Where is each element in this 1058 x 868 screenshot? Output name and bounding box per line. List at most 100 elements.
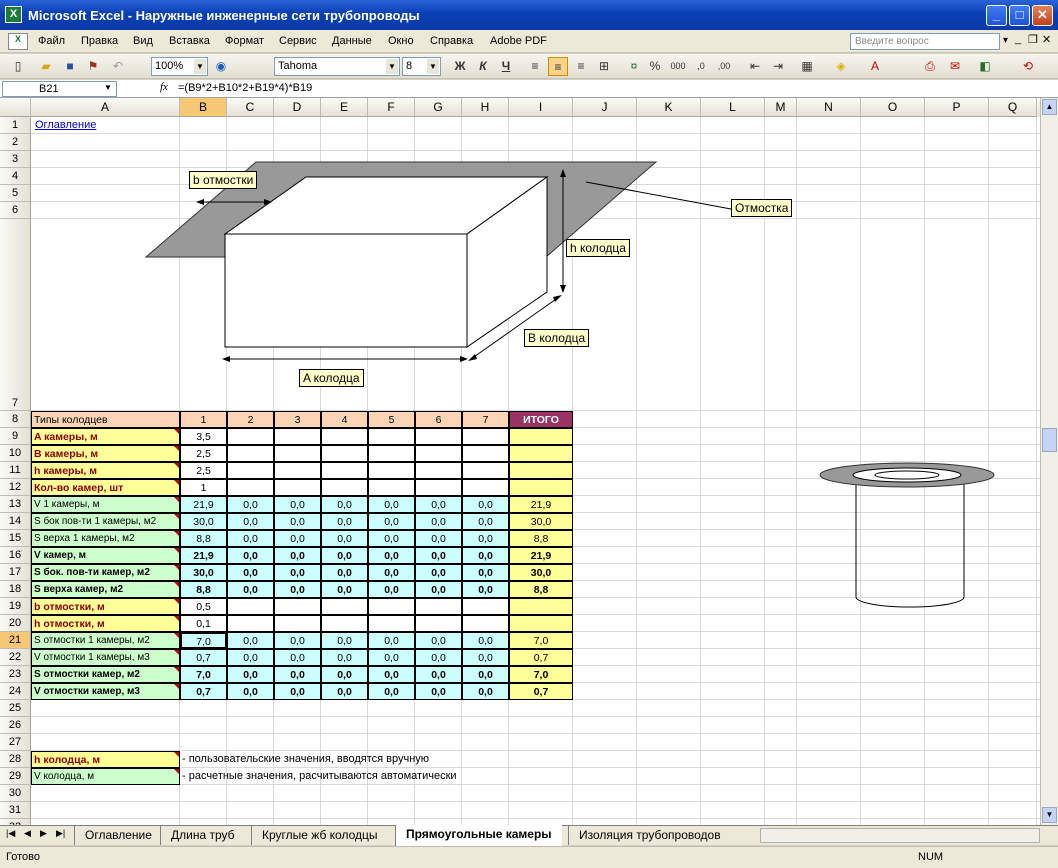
calc-value-cell[interactable]: 21,9 bbox=[180, 496, 227, 513]
calc-value-cell[interactable]: 0,0 bbox=[368, 581, 415, 598]
row-header[interactable]: 18 bbox=[0, 581, 31, 598]
column-header[interactable]: K bbox=[637, 98, 701, 117]
type-number-header[interactable]: 3 bbox=[274, 411, 321, 428]
calc-value-cell[interactable]: 0,0 bbox=[227, 564, 274, 581]
total-cell[interactable] bbox=[509, 479, 573, 496]
input-value-cell[interactable] bbox=[321, 462, 368, 479]
calc-label[interactable]: V камер, м bbox=[31, 547, 180, 564]
tab-round-wells[interactable]: Круглые жб колодцы bbox=[251, 826, 388, 845]
first-sheet-icon[interactable]: |◀ bbox=[6, 828, 15, 839]
input-value-cell[interactable] bbox=[415, 462, 462, 479]
total-cell[interactable] bbox=[509, 445, 573, 462]
permission-icon[interactable]: ⚑ bbox=[83, 57, 103, 76]
calc-value-cell[interactable]: 0,0 bbox=[274, 564, 321, 581]
calc-value-cell[interactable]: 0,0 bbox=[227, 547, 274, 564]
calc-value-cell[interactable]: 0,0 bbox=[415, 530, 462, 547]
menu-insert[interactable]: Вставка bbox=[169, 35, 210, 47]
calc-value-cell[interactable]: 0,0 bbox=[227, 683, 274, 700]
row-header[interactable]: 7 bbox=[0, 219, 31, 411]
merge-center-icon[interactable]: ⊞ bbox=[594, 57, 614, 76]
calc-value-cell[interactable]: 0,0 bbox=[368, 530, 415, 547]
calc-value-cell[interactable]: 0,0 bbox=[462, 496, 509, 513]
tab-pipe-insulation[interactable]: Изоляция трубопроводов bbox=[568, 826, 731, 845]
calc-value-cell[interactable]: 0,0 bbox=[462, 649, 509, 666]
calc-value-cell[interactable]: 0,0 bbox=[321, 547, 368, 564]
calc-value-cell[interactable]: 0,0 bbox=[368, 632, 415, 649]
vertical-scrollbar[interactable]: ▲ ▼ bbox=[1040, 98, 1058, 825]
input-label[interactable]: Кол-во камер, шт bbox=[31, 479, 180, 496]
input-value-cell[interactable] bbox=[274, 462, 321, 479]
pdf-email-icon[interactable]: ✉ bbox=[945, 57, 965, 76]
total-cell[interactable]: 30,0 bbox=[509, 564, 573, 581]
row-header[interactable]: 3 bbox=[0, 151, 31, 168]
input-value-cell[interactable] bbox=[368, 428, 415, 445]
calc-value-cell[interactable]: 0,0 bbox=[462, 530, 509, 547]
row-header[interactable]: 28 bbox=[0, 751, 31, 768]
align-left-icon[interactable]: ≡ bbox=[525, 57, 545, 76]
calc-label[interactable]: S бок. пов-ти камер, м2 bbox=[31, 564, 180, 581]
font-size-select[interactable]: 8 ▼ bbox=[402, 57, 441, 76]
minimize-button[interactable]: _ bbox=[986, 5, 1007, 26]
menu-file[interactable]: Файл bbox=[38, 35, 65, 47]
fill-color-icon[interactable]: ◈ bbox=[831, 57, 851, 76]
row-header[interactable]: 5 bbox=[0, 185, 31, 202]
fx-icon[interactable]: fx bbox=[160, 81, 168, 93]
total-cell[interactable]: 7,0 bbox=[509, 666, 573, 683]
calc-value-cell[interactable]: 0,0 bbox=[368, 547, 415, 564]
calc-value-cell[interactable]: 0,0 bbox=[368, 666, 415, 683]
input-value-cell[interactable] bbox=[321, 428, 368, 445]
calc-value-cell[interactable]: 0,0 bbox=[415, 683, 462, 700]
input-value-cell[interactable] bbox=[274, 615, 321, 632]
decrease-indent-icon[interactable]: ⇤ bbox=[745, 57, 765, 76]
input-label[interactable]: B камеры, м bbox=[31, 445, 180, 462]
calc-value-cell[interactable]: 0,0 bbox=[227, 581, 274, 598]
calc-value-cell[interactable]: 0,0 bbox=[321, 513, 368, 530]
italic-button[interactable]: К bbox=[473, 57, 493, 76]
ask-question-input[interactable]: Введите вопрос bbox=[850, 33, 1000, 50]
doc-minimize-icon[interactable]: _ bbox=[1015, 33, 1021, 45]
doc-restore-icon[interactable]: ❐ bbox=[1028, 33, 1038, 46]
input-value-cell[interactable] bbox=[368, 462, 415, 479]
calc-label[interactable]: S верха 1 камеры, м2 bbox=[31, 530, 180, 547]
total-cell[interactable]: 8,8 bbox=[509, 581, 573, 598]
row-header[interactable]: 10 bbox=[0, 445, 31, 462]
calc-value-cell[interactable]: 0,0 bbox=[462, 632, 509, 649]
row-header[interactable]: 24 bbox=[0, 683, 31, 700]
help-icon[interactable]: ◉ bbox=[211, 57, 231, 76]
calc-value-cell[interactable]: 0,0 bbox=[415, 632, 462, 649]
calc-value-cell[interactable]: 8,8 bbox=[180, 581, 227, 598]
row-header[interactable]: 13 bbox=[0, 496, 31, 513]
calc-label[interactable]: S верха камер, м2 bbox=[31, 581, 180, 598]
scroll-thumb[interactable] bbox=[1042, 428, 1057, 452]
row-header[interactable]: 31 bbox=[0, 802, 31, 819]
calc-value-cell[interactable]: 0,0 bbox=[227, 649, 274, 666]
calc-value-cell[interactable]: 0,0 bbox=[462, 683, 509, 700]
input-value-cell[interactable] bbox=[462, 462, 509, 479]
input-value-cell[interactable] bbox=[321, 598, 368, 615]
calc-value-cell[interactable]: 0,0 bbox=[274, 683, 321, 700]
tab-toc[interactable]: Оглавление bbox=[74, 826, 162, 845]
calc-value-cell[interactable]: 0,0 bbox=[368, 649, 415, 666]
row-header[interactable]: 12 bbox=[0, 479, 31, 496]
scroll-up-icon[interactable]: ▲ bbox=[1042, 99, 1057, 115]
input-value-cell[interactable]: 0,5 bbox=[180, 598, 227, 615]
menu-view[interactable]: Вид bbox=[133, 35, 153, 47]
input-value-cell[interactable] bbox=[227, 598, 274, 615]
calc-value-cell[interactable]: 0,0 bbox=[462, 513, 509, 530]
bold-button[interactable]: Ж bbox=[450, 57, 470, 76]
row-header[interactable]: 23 bbox=[0, 666, 31, 683]
font-select[interactable]: Tahoma ▼ bbox=[274, 57, 400, 76]
prev-sheet-icon[interactable]: ◀ bbox=[24, 828, 31, 839]
font-color-icon[interactable]: A bbox=[865, 57, 885, 76]
total-cell[interactable]: 0,7 bbox=[509, 683, 573, 700]
worksheet-grid[interactable]: Оглавление b отмостки Отмостка h колодца… bbox=[31, 117, 1040, 825]
select-all-corner[interactable] bbox=[0, 98, 31, 117]
column-header[interactable]: Q bbox=[989, 98, 1037, 117]
row-header[interactable]: 11 bbox=[0, 462, 31, 479]
input-value-cell[interactable] bbox=[227, 462, 274, 479]
total-cell[interactable] bbox=[509, 462, 573, 479]
total-cell[interactable]: 21,9 bbox=[509, 547, 573, 564]
calc-label[interactable]: V отмостки камер, м3 bbox=[31, 683, 180, 700]
calc-value-cell[interactable]: 0,0 bbox=[227, 496, 274, 513]
calc-value-cell[interactable]: 0,0 bbox=[321, 530, 368, 547]
